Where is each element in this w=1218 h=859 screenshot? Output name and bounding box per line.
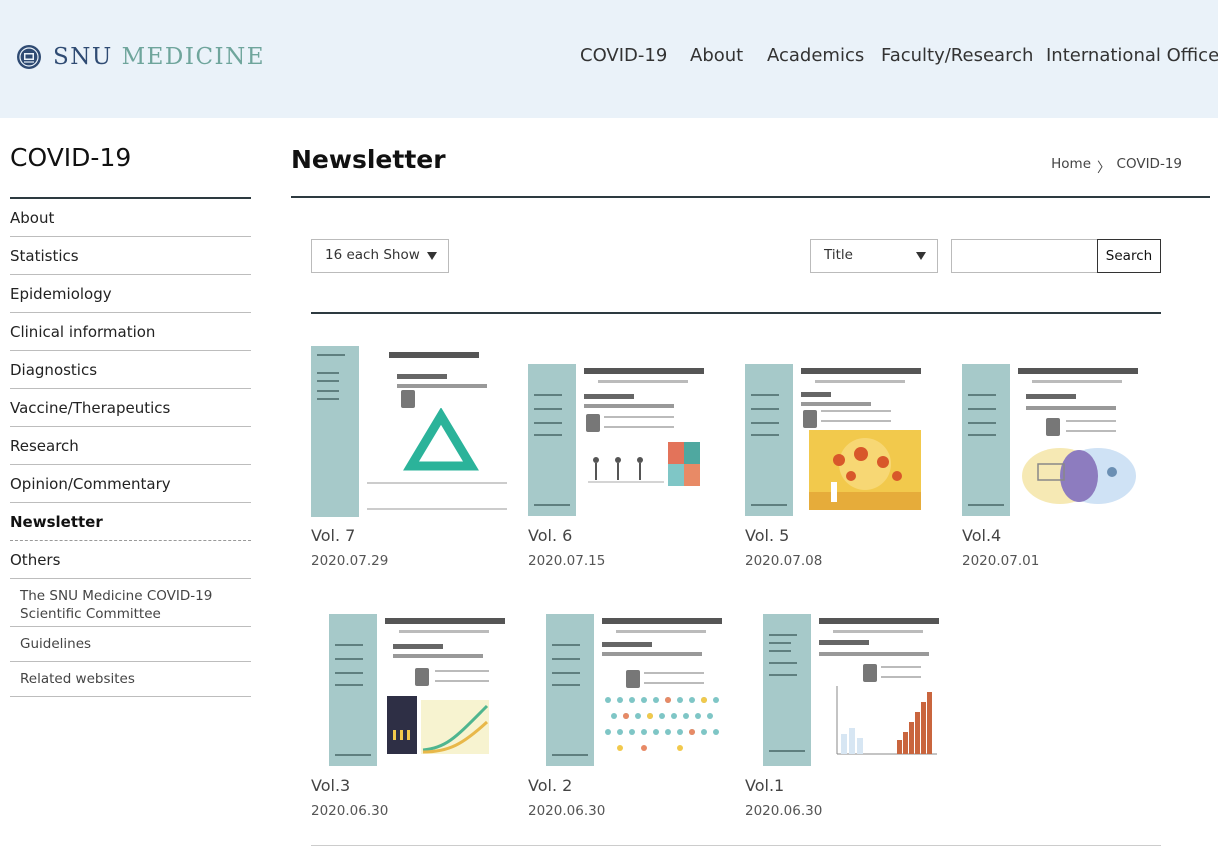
sidebar-menu: About Statistics Epidemiology Clinical i… [10,197,251,697]
page-size-value: 16 each Show [325,247,420,263]
cover-sidebar-strip [962,364,1010,516]
virus-sunset-illustration-icon [809,430,921,510]
nav-international-office[interactable]: International Office [1046,45,1218,66]
newsletter-volume[interactable]: Vol. 2 [528,776,572,795]
breadcrumb-separator: 〉 [1097,160,1111,176]
newsletter-volume[interactable]: Vol.4 [962,526,1001,545]
people-illustration-icon [588,442,700,486]
nav-faculty-research[interactable]: Faculty/Research [881,45,1033,66]
newsletter-cover-vol5[interactable] [745,364,923,516]
newsletter-cover-vol4[interactable] [962,364,1140,516]
newsletter-volume[interactable]: Vol.3 [311,776,350,795]
sidebar-item-about[interactable]: About [10,199,251,237]
venn-diagram-icon [1022,448,1136,504]
sidebar-item-clinical-information[interactable]: Clinical information [10,313,251,351]
search-button[interactable]: Search [1097,239,1161,273]
newsletter-date: 2020.07.29 [311,553,389,569]
newsletter-card-vol7[interactable]: Vol. 7 2020.07.29 [311,346,511,576]
nav-about[interactable]: About [690,45,743,66]
sidebar-item-others[interactable]: Others [10,541,251,579]
search-input[interactable] [951,239,1099,273]
newsletter-cover-vol7[interactable] [311,346,511,517]
nav-covid19[interactable]: COVID-19 [580,45,667,66]
cover-sidebar-strip [546,614,594,766]
newsletter-card-vol6[interactable]: Vol. 6 2020.07.15 [528,346,728,576]
caret-down-icon [916,252,926,260]
newsletter-date: 2020.06.30 [528,803,606,819]
newsletter-card-vol5[interactable]: Vol. 5 2020.07.08 [745,346,945,576]
triangle-illustration-icon [403,408,479,471]
sidebar-item-epidemiology[interactable]: Epidemiology [10,275,251,313]
newsletter-volume[interactable]: Vol. 7 [311,526,355,545]
cover-sidebar-strip [329,614,377,766]
page-title: Newsletter [291,145,446,174]
crowd-illustration-icon [605,697,719,751]
cover-sidebar-strip [311,346,359,517]
newsletter-date: 2020.07.01 [962,553,1040,569]
site-header: SNU MEDICINE COVID-19 About Academics Fa… [0,0,1218,118]
newsletter-volume[interactable]: Vol. 5 [745,526,789,545]
newsletter-cover-vol6[interactable] [528,364,706,516]
newsletter-cover-vol2[interactable] [546,614,724,766]
sidebar-item-opinion-commentary[interactable]: Opinion/Commentary [10,465,251,503]
cover-sidebar-strip [528,364,576,516]
sidebar-item-statistics[interactable]: Statistics [10,237,251,275]
list-bottom-divider [311,845,1161,846]
sidebar-item-research[interactable]: Research [10,427,251,465]
main-nav: COVID-19 About Academics Faculty/Researc… [0,45,1218,71]
newsletter-card-vol3[interactable]: Vol.3 2020.06.30 [311,596,511,826]
cover-sidebar-strip [745,364,793,516]
newsletter-card-vol1[interactable]: Vol.1 2020.06.30 [745,596,945,826]
breadcrumb: Home 〉 COVID-19 [1051,156,1182,176]
sidebar-subitem-scientific-committee[interactable]: The SNU Medicine COVID-19 Scientific Com… [10,579,251,627]
newsletter-card-vol2[interactable]: Vol. 2 2020.06.30 [528,596,728,826]
newsletter-cover-vol3[interactable] [329,614,507,766]
newsletter-date: 2020.07.08 [745,553,823,569]
sidebar-item-vaccine-therapeutics[interactable]: Vaccine/Therapeutics [10,389,251,427]
title-divider [291,196,1210,198]
cover-sidebar-strip [763,614,811,766]
newsletter-card-vol4[interactable]: Vol.4 2020.07.01 [962,346,1162,576]
nav-academics[interactable]: Academics [767,45,864,66]
newsletter-volume[interactable]: Vol.1 [745,776,784,795]
sidebar-subitem-related-websites[interactable]: Related websites [10,662,251,697]
page-size-select[interactable]: 16 each Show [311,239,449,273]
search-field-value: Title [824,247,853,263]
newsletter-cover-vol1[interactable] [763,614,941,766]
newsletter-volume[interactable]: Vol. 6 [528,526,572,545]
sidebar-item-newsletter[interactable]: Newsletter [10,503,251,541]
sidebar-item-diagnostics[interactable]: Diagnostics [10,351,251,389]
caret-down-icon [427,252,437,260]
breadcrumb-current[interactable]: COVID-19 [1117,156,1182,176]
sidebar-subitem-guidelines[interactable]: Guidelines [10,627,251,662]
lab-chart-illustration-icon [387,696,489,754]
epidemic-curve-illustration-icon [836,686,937,755]
newsletter-date: 2020.07.15 [528,553,606,569]
list-divider [311,312,1161,314]
newsletter-date: 2020.06.30 [311,803,389,819]
sidebar-title: COVID-19 [10,143,132,172]
search-field-select[interactable]: Title [810,239,938,273]
breadcrumb-home[interactable]: Home [1051,156,1091,176]
newsletter-date: 2020.06.30 [745,803,823,819]
